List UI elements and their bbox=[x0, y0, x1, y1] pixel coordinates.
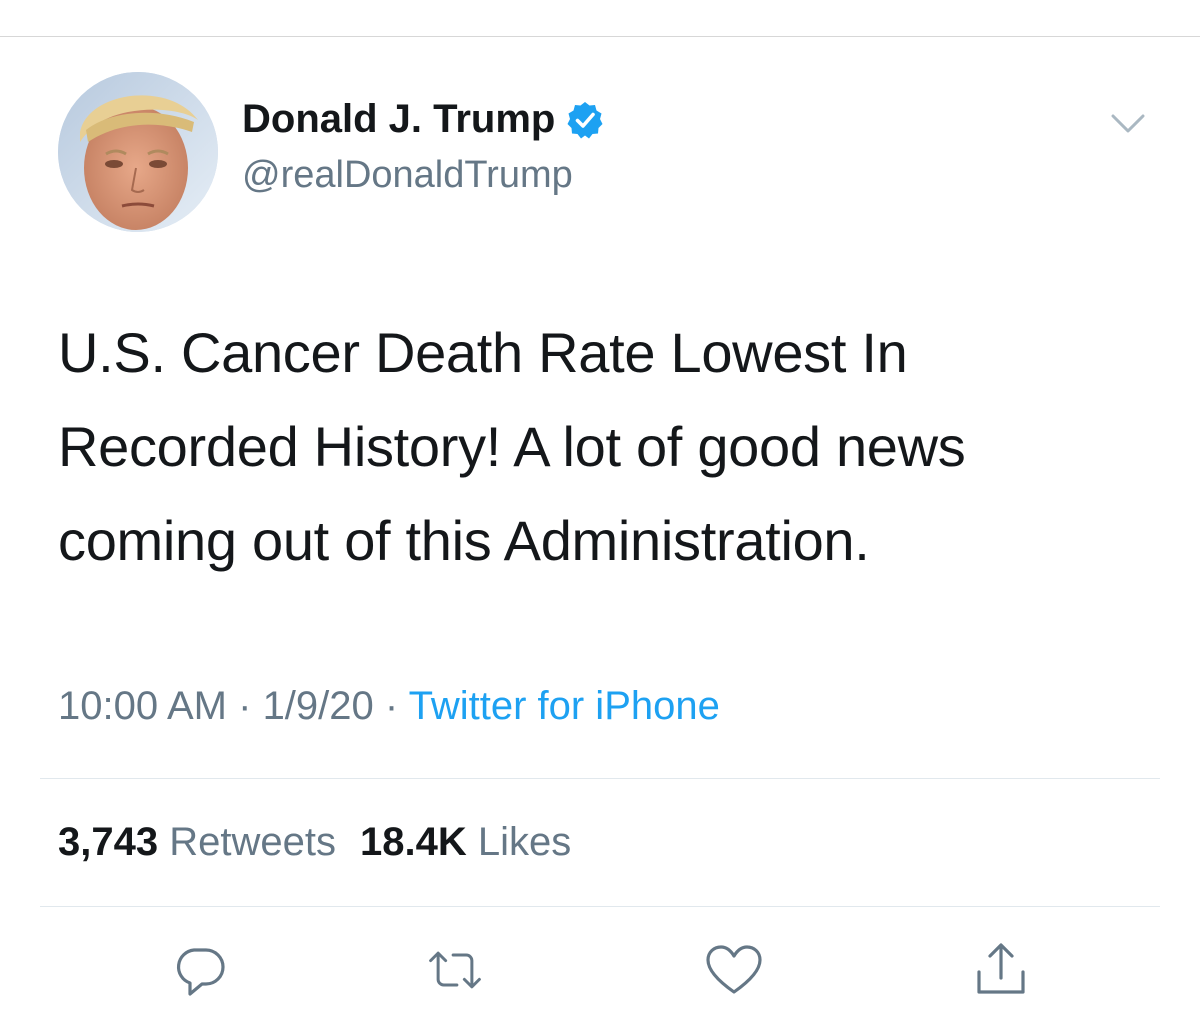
like-button[interactable] bbox=[704, 940, 764, 1000]
tweet-meta: 10:00 AM · 1/9/20 · Twitter for iPhone bbox=[58, 684, 720, 729]
reply-icon bbox=[176, 948, 225, 996]
share-icon bbox=[977, 943, 1025, 994]
tweet-date: 1/9/20 bbox=[262, 684, 374, 728]
verified-badge-icon bbox=[567, 101, 603, 138]
retweet-icon bbox=[429, 951, 481, 989]
retweet-button[interactable] bbox=[425, 940, 485, 1000]
meta-separator: · bbox=[227, 684, 263, 728]
top-divider bbox=[0, 36, 1200, 37]
likes-stat[interactable]: 18.4K Likes bbox=[360, 820, 571, 864]
author-name[interactable]: Donald J. Trump bbox=[242, 97, 605, 142]
author-handle[interactable]: @realDonaldTrump bbox=[242, 154, 573, 197]
divider bbox=[40, 778, 1160, 779]
tweet-source-link[interactable]: Twitter for iPhone bbox=[409, 684, 720, 728]
share-button[interactable] bbox=[971, 940, 1031, 1000]
tweet-stats: 3,743 Retweets 18.4K Likes bbox=[58, 820, 571, 865]
avatar-photo bbox=[58, 72, 218, 232]
retweets-label: Retweets bbox=[169, 820, 336, 864]
tweet-text: U.S. Cancer Death Rate Lowest In Recorde… bbox=[58, 321, 966, 572]
author-name-text: Donald J. Trump bbox=[242, 97, 556, 141]
avatar[interactable] bbox=[58, 72, 218, 232]
divider bbox=[40, 906, 1160, 907]
chevron-down-icon[interactable] bbox=[1110, 110, 1146, 138]
likes-label: Likes bbox=[477, 820, 572, 864]
likes-count: 18.4K bbox=[359, 820, 467, 864]
meta-separator: · bbox=[373, 684, 409, 728]
tweet-time: 10:00 AM bbox=[58, 684, 228, 728]
reply-button[interactable] bbox=[170, 940, 230, 1000]
retweets-stat[interactable]: 3,743 Retweets bbox=[58, 820, 336, 864]
heart-icon bbox=[706, 945, 762, 994]
retweets-count: 3,743 bbox=[58, 820, 159, 864]
